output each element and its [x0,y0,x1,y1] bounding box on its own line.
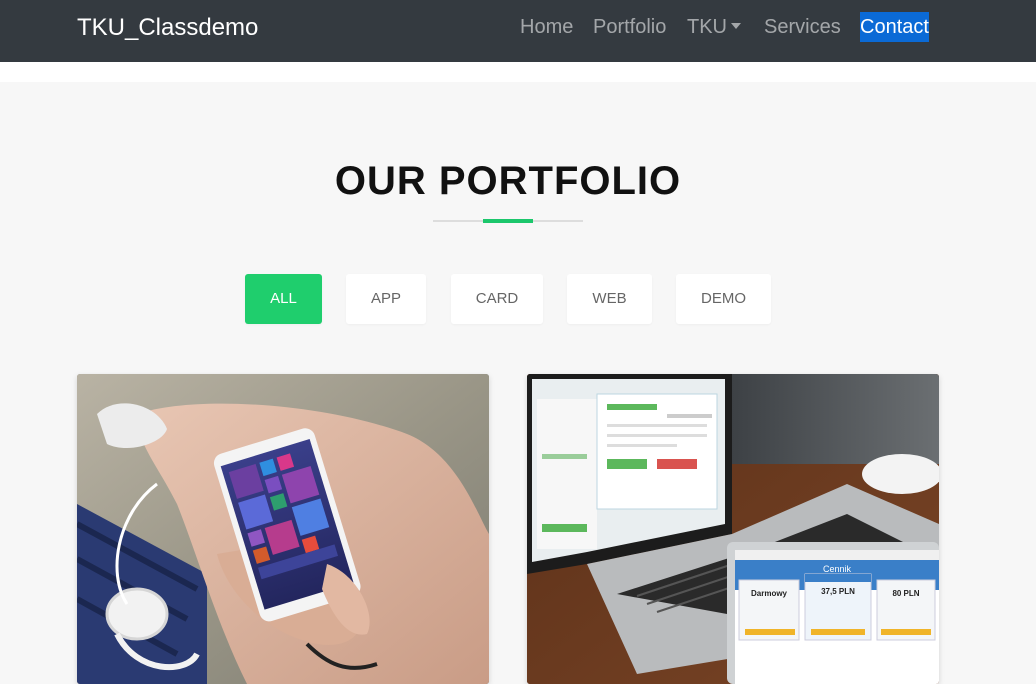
tablet-plan-top: 80 PLN [892,589,919,598]
filter-demo-button[interactable]: DEMO [676,274,771,324]
portfolio-image-phone [77,374,489,684]
tablet-heading: Cennik [823,564,852,574]
filter-app-button[interactable]: APP [346,274,426,324]
portfolio-item-app[interactable] [77,374,489,684]
title-divider-accent [483,219,533,223]
nav-home[interactable]: Home [520,12,573,42]
tablet-plan-free: Darmowy [751,589,788,598]
portfolio-title: OUR PORTFOLIO [334,159,682,203]
nav-tku-label: TKU [687,16,727,38]
portfolio-image-laptop: Cennik Darmowy 37,5 PLN 80 PLN [527,374,939,684]
nav-portfolio[interactable]: Portfolio [593,12,666,42]
nav-tku-dropdown[interactable]: TKU [687,12,741,42]
portfolio-item-web[interactable]: Cennik Darmowy 37,5 PLN 80 PLN [527,374,939,684]
caret-down-icon [731,23,741,30]
filter-web-button[interactable]: WEB [567,274,652,324]
nav-services[interactable]: Services [764,12,841,42]
tablet-plan-mid: 37,5 PLN [821,587,855,596]
navbar: TKU_Classdemo Home Portfolio TKU Service… [0,0,1036,62]
filter-all-button[interactable]: ALL [245,274,322,324]
nav-contact[interactable]: Contact [860,12,929,42]
filter-card-button[interactable]: CARD [451,274,543,324]
brand-logo-link[interactable]: TKU_Classdemo [77,13,258,43]
header-spacer [0,62,1036,82]
